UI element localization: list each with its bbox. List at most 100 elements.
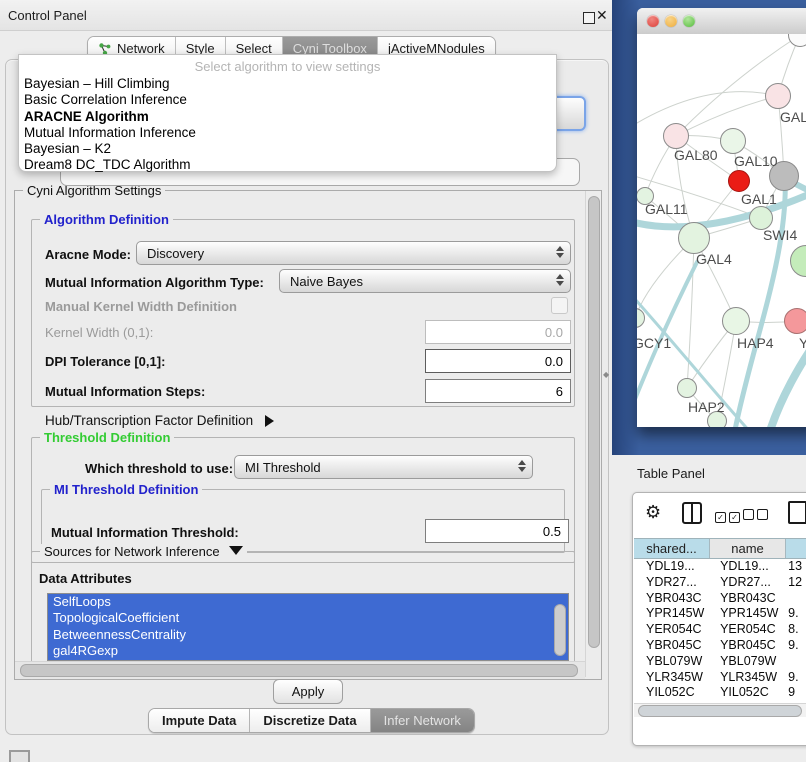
node-hap2[interactable]	[677, 378, 697, 398]
gear-icon[interactable]: ⚙	[645, 502, 661, 523]
manual-kernel-label: Manual Kernel Width Definition	[45, 299, 237, 314]
node-gal10[interactable]	[720, 128, 746, 154]
table-row[interactable]: YDR27...YDR27...12	[634, 575, 806, 591]
vertical-scrollbar[interactable]	[585, 191, 601, 677]
node-label: HAP4	[737, 335, 774, 351]
data-attribute-item[interactable]: TopologicalCoefficient	[48, 610, 568, 626]
table-panel-title: Table Panel	[637, 466, 705, 481]
table-cell: YDL19...	[712, 559, 786, 575]
combo-arrows-icon	[556, 274, 564, 286]
column-header-name[interactable]: name	[710, 539, 786, 558]
node-label: GAL11	[645, 201, 688, 217]
tab-infer-network[interactable]: Infer Network	[371, 709, 474, 732]
minimize-traffic-light[interactable]	[665, 15, 677, 27]
column-header-shared[interactable]: shared...	[634, 539, 710, 558]
mi-type-combo[interactable]: Naive Bayes	[279, 269, 571, 293]
network-canvas[interactable]: GALGAL80GAL10GAL1GAL11SWI4GAL4GCY1HAP4YH…	[637, 34, 806, 427]
list-scrollbar-thumb[interactable]	[554, 604, 566, 656]
select-all-checks-icon[interactable]: ✓✓	[715, 507, 743, 525]
table-header: shared... name	[634, 538, 806, 559]
algorithm-list: Bayesian – Hill ClimbingBasic Correlatio…	[19, 76, 556, 174]
algorithm-option[interactable]: Basic Correlation Inference	[19, 92, 556, 108]
algorithm-dropdown: Select algorithm to view settings Bayesi…	[18, 54, 557, 172]
table-row[interactable]: YBR043CYBR043C	[634, 591, 806, 607]
threshold-definition-title: Threshold Definition	[40, 430, 174, 445]
table-row[interactable]: YER054CYER054C8.	[634, 622, 806, 638]
tab-discretize-data[interactable]: Discretize Data	[250, 709, 370, 732]
manual-kernel-checkbox[interactable]	[551, 297, 568, 314]
combo-arrows-icon	[518, 460, 526, 472]
table-cell	[786, 654, 806, 670]
table-cell: YBR045C	[712, 638, 786, 654]
apply-button[interactable]: Apply	[273, 679, 343, 704]
kernel-width-label: Kernel Width (0,1):	[45, 325, 153, 340]
screen: Control Panel ✕ Network Style Select Cyn…	[0, 0, 806, 762]
node-hap4[interactable]	[722, 307, 750, 335]
split-columns-icon[interactable]	[682, 502, 702, 524]
node-label: GCY1	[637, 335, 671, 351]
table-cell: YER054C	[712, 622, 786, 638]
horizontal-scrollbar[interactable]	[15, 661, 585, 679]
data-attribute-item[interactable]: gal4RGexp	[48, 643, 568, 659]
aracne-mode-combo[interactable]: Discovery	[136, 241, 571, 265]
data-attribute-item[interactable]: BetweennessCentrality	[48, 627, 568, 643]
close-traffic-light[interactable]	[647, 15, 659, 27]
table-row[interactable]: YBR045CYBR045C9.	[634, 638, 806, 654]
algorithm-option[interactable]: Bayesian – K2	[19, 141, 556, 157]
zoom-traffic-light[interactable]	[683, 15, 695, 27]
close-icon[interactable]: ✕	[596, 7, 608, 24]
table-cell: 8.	[786, 622, 806, 638]
deselect-all-icon[interactable]	[743, 507, 771, 525]
algorithm-option[interactable]: Mutual Information Inference	[19, 125, 556, 141]
sources-title[interactable]: Sources for Network Inference	[40, 544, 247, 559]
table-cell: 12	[786, 575, 806, 591]
node-label: GAL1	[741, 191, 777, 207]
table-row[interactable]: YIL052CYIL052C9	[634, 685, 806, 701]
table-row[interactable]: YPR145WYPR145W9.	[634, 606, 806, 622]
table-row[interactable]: YLR345WYLR345W9.	[634, 670, 806, 686]
table-cell: YBL079W	[634, 654, 712, 670]
hub-definition-toggle[interactable]: Hub/Transcription Factor Definition	[45, 413, 274, 428]
table-cell: YLR345W	[712, 670, 786, 686]
table-cell	[786, 591, 806, 607]
panel-divider-grip[interactable]: ◆	[603, 371, 609, 379]
node-label: SWI4	[763, 227, 797, 243]
dpi-tolerance-field[interactable]: 0.0	[425, 349, 571, 373]
control-panel-titlebar	[0, 0, 612, 31]
node-gal4[interactable]	[678, 222, 710, 254]
table-cell: 9.	[786, 606, 806, 622]
collapse-down-icon	[229, 546, 243, 555]
network-window-titlebar[interactable]	[637, 8, 806, 35]
table-cell: 9.	[786, 670, 806, 686]
algorithm-option[interactable]: Bayesian – Hill Climbing	[19, 76, 556, 92]
data-attribute-item[interactable]: SelfLoops	[48, 594, 568, 610]
horizontal-scrollbar-thumb[interactable]	[20, 664, 578, 677]
which-threshold-label: Which threshold to use:	[85, 461, 233, 476]
mi-threshold-title: MI Threshold Definition	[50, 482, 202, 497]
vertical-scrollbar-thumb[interactable]	[588, 196, 600, 648]
node-label: HAP2	[688, 399, 725, 415]
table-cell: YPR145W	[634, 606, 712, 622]
column-header-extra[interactable]	[786, 539, 806, 558]
table-cell: YDR27...	[634, 575, 712, 591]
table-row[interactable]: YBL079WYBL079W	[634, 654, 806, 670]
tab-impute-data[interactable]: Impute Data	[149, 709, 250, 732]
node-salmon[interactable]	[784, 308, 806, 334]
table-scrollbar-thumb[interactable]	[638, 705, 802, 717]
node-pink-top[interactable]	[765, 83, 791, 109]
mi-steps-field[interactable]: 6	[425, 379, 571, 403]
mi-threshold-field[interactable]: 0.5	[425, 519, 569, 543]
node-label: GAL4	[696, 251, 732, 267]
node-red[interactable]	[728, 170, 750, 192]
kernel-width-field[interactable]: 0.0	[425, 320, 571, 344]
algorithm-option[interactable]: ARACNE Algorithm	[19, 109, 556, 125]
table-horizontal-scrollbar[interactable]	[634, 703, 806, 717]
bottom-left-chip[interactable]	[9, 750, 30, 762]
table-row[interactable]: YDL19...YDL19...13	[634, 559, 806, 575]
which-threshold-combo[interactable]: MI Threshold	[234, 455, 533, 479]
new-table-icon[interactable]	[788, 501, 806, 524]
algorithm-option[interactable]: Dream8 DC_TDC Algorithm	[19, 157, 556, 173]
bottom-tabbar: Impute Data Discretize Data Infer Networ…	[148, 708, 475, 733]
node-gal80[interactable]	[663, 123, 689, 149]
float-window-icon[interactable]	[583, 12, 595, 24]
